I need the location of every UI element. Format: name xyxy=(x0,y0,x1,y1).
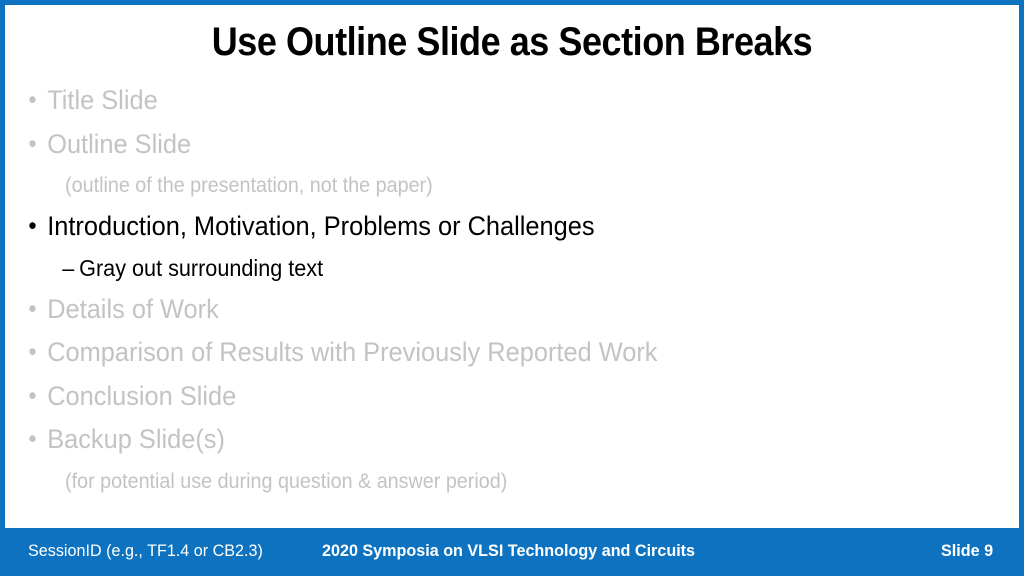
bullet-icon: • xyxy=(28,86,37,114)
presentation-slide: Use Outline Slide as Section Breaks • Tit… xyxy=(0,0,1024,576)
list-item-note: (outline of the presentation, not the pa… xyxy=(19,166,946,205)
bullet-icon: • xyxy=(28,212,37,240)
list-item-label: Details of Work xyxy=(47,293,219,324)
list-item: • Details of Work xyxy=(19,288,946,332)
list-item-note-label: (for potential use during question & ans… xyxy=(65,469,508,493)
list-item-label: Outline Slide xyxy=(47,128,192,159)
slide-footer: SessionID (e.g., TF1.4 or CB2.3) 2020 Sy… xyxy=(5,528,1019,571)
list-item-label: Conclusion Slide xyxy=(47,380,237,411)
footer-slide-number: Slide 9 xyxy=(941,541,994,560)
bullet-icon: • xyxy=(28,129,37,158)
list-item: • Title Slide xyxy=(19,79,946,123)
bullet-icon: • xyxy=(28,338,37,366)
list-item-label: Introduction, Motivation, Problems or Ch… xyxy=(47,211,595,241)
sub-list-item: – Gray out surrounding text xyxy=(19,249,946,288)
list-item: • Backup Slide(s) xyxy=(19,418,946,462)
footer-content: SessionID (e.g., TF1.4 or CB2.3) 2020 Sy… xyxy=(5,528,1019,571)
list-item-note-label: (outline of the presentation, not the pa… xyxy=(65,174,433,197)
bullet-icon: • xyxy=(28,381,37,410)
outline-list: • Title Slide • Outline Slide (outline of … xyxy=(19,79,1005,501)
list-item: • Outline Slide xyxy=(19,123,946,167)
footer-session-id: SessionID (e.g., TF1.4 or CB2.3) xyxy=(28,541,263,560)
list-item: • Conclusion Slide xyxy=(19,375,946,419)
list-item-note: (for potential use during question & ans… xyxy=(19,462,946,501)
list-item-label: Comparison of Results with Previously Re… xyxy=(47,337,658,367)
list-item-label: Title Slide xyxy=(47,85,158,115)
dash-bullet-icon: – xyxy=(62,254,75,281)
slide-title: Use Outline Slide as Section Breaks xyxy=(211,20,813,64)
footer-event-name: 2020 Symposia on VLSI Technology and Cir… xyxy=(322,541,696,560)
list-item: • Comparison of Results with Previously R… xyxy=(19,331,946,375)
bullet-icon: • xyxy=(28,425,37,453)
list-item-label: Backup Slide(s) xyxy=(47,424,225,454)
bullet-icon: • xyxy=(28,294,37,323)
list-item-active: • Introduction, Motivation, Problems or C… xyxy=(19,205,946,249)
sub-list-item-label: Gray out surrounding text xyxy=(79,254,324,281)
